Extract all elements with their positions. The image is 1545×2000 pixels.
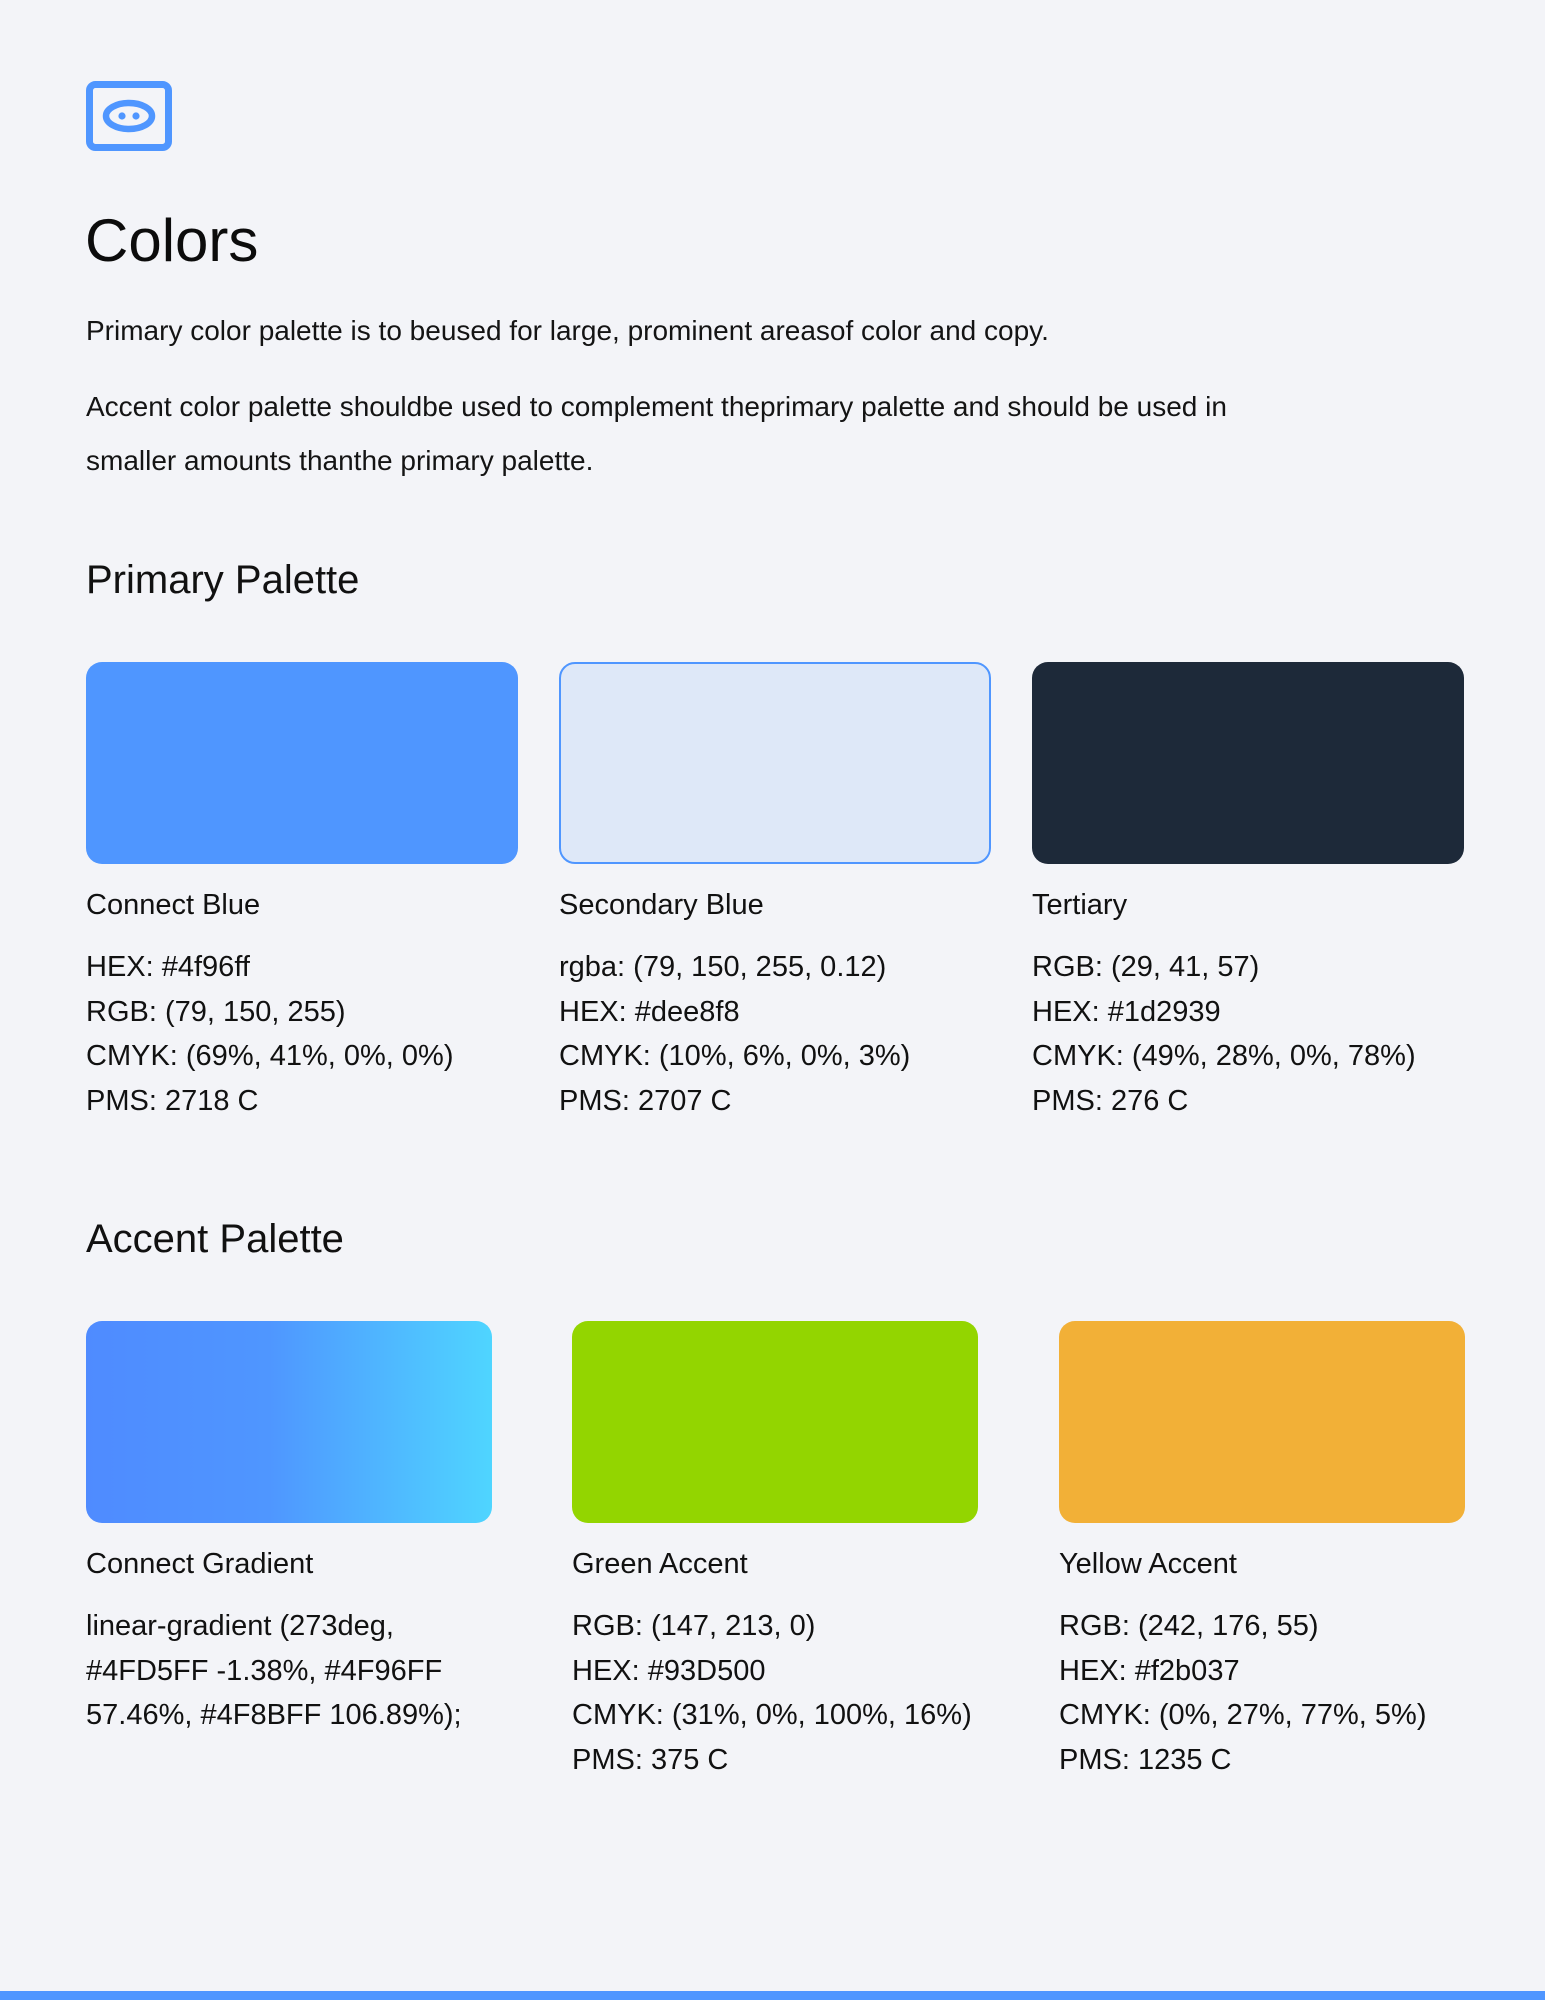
spec-line: CMYK: (49%, 28%, 0%, 78%) — [1032, 1040, 1416, 1072]
swatch-specs: RGB: (147, 213, 0) HEX: #93D500 CMYK: (3… — [572, 1604, 978, 1782]
swatch-card-green-accent: Green Accent RGB: (147, 213, 0) HEX: #93… — [572, 1321, 978, 1782]
swatch-card-tertiary: Tertiary RGB: (29, 41, 57) HEX: #1d2939 … — [1032, 662, 1464, 1123]
color-swatch — [1059, 1321, 1465, 1523]
spec-line: HEX: #1d2939 — [1032, 995, 1221, 1028]
spec-line: RGB: (79, 150, 255) — [86, 995, 346, 1028]
swatch-card-secondary-blue: Secondary Blue rgba: (79, 150, 255, 0.12… — [559, 662, 991, 1123]
color-swatch — [1032, 662, 1464, 864]
spec-line: CMYK: (31%, 0%, 100%, 16%) — [572, 1699, 972, 1731]
page-title: Colors — [85, 207, 259, 274]
swatch-specs: rgba: (79, 150, 255, 0.12) HEX: #dee8f8 … — [559, 945, 991, 1123]
spec-line: RGB: (147, 213, 0) — [572, 1610, 816, 1642]
spec-line: CMYK: (10%, 6%, 0%, 3%) — [559, 1040, 911, 1072]
color-swatch — [572, 1321, 978, 1523]
spec-line: HEX: #dee8f8 — [559, 995, 740, 1028]
primary-palette-intro: Primary color palette is to beused for l… — [86, 315, 1049, 346]
accent-palette-intro: Accent color palette shouldbe used to co… — [86, 391, 1227, 476]
swatch-card-yellow-accent: Yellow Accent RGB: (242, 176, 55) HEX: #… — [1059, 1321, 1465, 1782]
swatch-specs: RGB: (242, 176, 55) HEX: #f2b037 CMYK: (… — [1059, 1604, 1465, 1782]
spec-line: HEX: #4f96ff — [86, 951, 250, 983]
spec-line: RGB: (242, 176, 55) — [1059, 1610, 1319, 1642]
spec-line: HEX: #f2b037 — [1059, 1654, 1240, 1687]
swatch-name: Green Accent — [572, 1548, 748, 1580]
swatch-card-connect-blue: Connect Blue HEX: #4f96ff RGB: (79, 150,… — [86, 662, 518, 1123]
spec-line: PMS: 276 C — [1032, 1084, 1189, 1117]
spec-line: CMYK: (0%, 27%, 77%, 5%) — [1059, 1699, 1427, 1731]
gradient-spec: linear-gradient (273deg, #4FD5FF -1.38%,… — [86, 1610, 462, 1731]
color-swatch — [86, 1321, 492, 1523]
swatch-name: Connect Blue — [86, 889, 261, 921]
color-swatch — [559, 662, 991, 864]
spec-line: PMS: 2707 C — [559, 1084, 732, 1117]
swatch-name: Yellow Accent — [1059, 1548, 1237, 1580]
swatch-specs: HEX: #4f96ff RGB: (79, 150, 255) CMYK: (… — [86, 945, 518, 1123]
swatch-card-connect-gradient: Connect Gradient linear-gradient (273deg… — [86, 1321, 492, 1738]
robot-face-icon — [86, 81, 172, 151]
spec-line: PMS: 2718 C — [86, 1084, 259, 1117]
spec-line: PMS: 1235 C — [1059, 1743, 1232, 1776]
swatch-name: Connect Gradient — [86, 1548, 314, 1580]
swatch-name: Secondary Blue — [559, 889, 764, 921]
spec-line: rgba: (79, 150, 255, 0.12) — [559, 951, 887, 983]
spec-line: CMYK: (69%, 41%, 0%, 0%) — [86, 1040, 454, 1072]
swatch-name: Tertiary — [1032, 889, 1128, 921]
footer-accent-bar — [0, 1991, 1545, 2000]
primary-palette-title: Primary Palette — [86, 558, 360, 602]
spec-line: PMS: 375 C — [572, 1743, 729, 1776]
swatch-specs: RGB: (29, 41, 57) HEX: #1d2939 CMYK: (49… — [1032, 945, 1464, 1123]
spec-line: RGB: (29, 41, 57) — [1032, 951, 1260, 983]
spec-line: HEX: #93D500 — [572, 1654, 766, 1687]
color-swatch — [86, 662, 518, 864]
accent-palette-title: Accent Palette — [86, 1217, 344, 1261]
